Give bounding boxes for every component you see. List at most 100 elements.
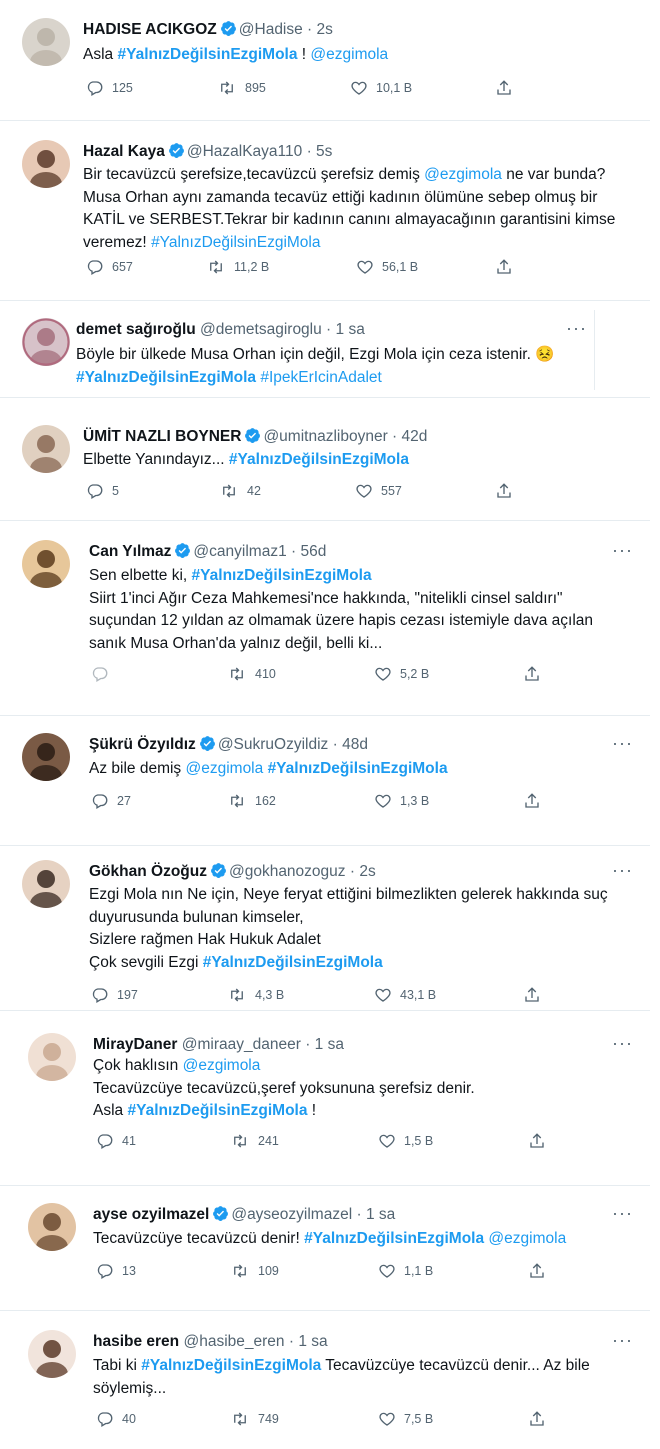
display-name[interactable]: Can Yılmaz — [89, 543, 171, 560]
hashtag-link[interactable]: #YalnızDeğilsinEzgiMola — [76, 369, 256, 386]
timestamp[interactable]: 5s — [316, 143, 332, 160]
share-button[interactable] — [523, 792, 541, 810]
reply-button[interactable]: 40 — [96, 1410, 136, 1428]
timestamp[interactable]: 48d — [342, 736, 368, 753]
avatar[interactable] — [22, 540, 70, 588]
display-name[interactable]: demet sağıroğlu — [76, 321, 196, 338]
retweet-button[interactable]: 4,3 B — [227, 986, 284, 1004]
mention-link[interactable]: @ezgimola — [310, 46, 388, 63]
share-button[interactable] — [528, 1132, 546, 1150]
timestamp[interactable]: 56d — [300, 543, 326, 560]
more-options-icon[interactable]: ··· — [612, 1034, 633, 1052]
reply-button[interactable]: 5 — [86, 482, 119, 500]
reply-button[interactable] — [91, 665, 117, 683]
display-name[interactable]: Hazal Kaya — [83, 143, 165, 160]
user-handle[interactable]: @hasibe_eren — [183, 1333, 284, 1350]
timestamp[interactable]: 2s — [359, 863, 375, 880]
avatar[interactable] — [22, 860, 70, 908]
like-button[interactable]: 1,5 B — [378, 1132, 433, 1150]
retweet-button[interactable]: 162 — [227, 792, 276, 810]
more-options-icon[interactable]: ··· — [612, 541, 633, 559]
like-button[interactable]: 5,2 B — [374, 665, 429, 683]
retweet-button[interactable]: 410 — [227, 665, 276, 683]
avatar[interactable] — [22, 18, 70, 66]
hashtag-link[interactable]: #YalnızDeğilsinEzgiMola — [192, 567, 372, 584]
mention-link[interactable]: @ezgimola — [183, 1057, 261, 1074]
like-button[interactable]: 7,5 B — [378, 1410, 433, 1428]
share-button[interactable] — [523, 986, 541, 1004]
hashtag-link[interactable]: #YalnızDeğilsinEzgiMola — [127, 1102, 307, 1119]
user-handle[interactable]: @gokhanozoguz — [229, 863, 346, 880]
more-options-icon[interactable]: ··· — [566, 319, 587, 337]
share-button[interactable] — [495, 258, 513, 276]
reply-button[interactable]: 41 — [96, 1132, 136, 1150]
like-button[interactable]: 10,1 B — [350, 79, 412, 97]
user-handle[interactable]: @HazalKaya110 — [187, 143, 302, 160]
mention-link[interactable]: @ezgimola — [488, 1230, 566, 1247]
timestamp[interactable]: 42d — [402, 428, 428, 445]
avatar[interactable] — [28, 1330, 76, 1378]
avatar[interactable] — [22, 425, 70, 473]
hashtag-link[interactable]: #YalnızDeğilsinEzgiMola — [141, 1357, 321, 1374]
timestamp[interactable]: 1 sa — [298, 1333, 327, 1350]
reply-button[interactable]: 125 — [86, 79, 133, 97]
hashtag-link[interactable]: #YalnızDeğilsinEzgiMola — [117, 46, 297, 63]
hashtag-link[interactable]: #IpekErIcinAdalet — [260, 369, 382, 386]
more-options-icon[interactable]: ··· — [612, 861, 633, 879]
retweet-button[interactable]: 895 — [217, 79, 266, 97]
avatar[interactable] — [28, 1033, 76, 1081]
display-name[interactable]: Gökhan Özoğuz — [89, 863, 207, 880]
more-options-icon[interactable]: ··· — [612, 734, 633, 752]
hashtag-link[interactable]: #YalnızDeğilsinEzgiMola — [203, 954, 383, 971]
tweet-text: Sen elbette ki, #YalnızDeğilsinEzgiMola S… — [89, 565, 593, 655]
timestamp[interactable]: 1 sa — [366, 1206, 395, 1223]
reply-button[interactable]: 27 — [91, 792, 131, 810]
share-button[interactable] — [523, 665, 541, 683]
retweet-button[interactable]: 11,2 B — [206, 258, 269, 276]
display-name[interactable]: ÜMİT NAZLI BOYNER — [83, 428, 241, 445]
timestamp[interactable]: 2s — [317, 21, 333, 38]
reply-button[interactable]: 657 — [86, 258, 133, 276]
display-name[interactable]: hasibe eren — [93, 1333, 179, 1350]
display-name[interactable]: ayse ozyilmazel — [93, 1206, 209, 1223]
hashtag-link[interactable]: #YalnızDeğilsinEzgiMola — [268, 760, 448, 777]
share-button[interactable] — [528, 1262, 546, 1280]
more-options-icon[interactable]: ··· — [612, 1331, 633, 1349]
user-handle[interactable]: @umitnazliboyner — [263, 428, 387, 445]
mention-link[interactable]: @ezgimola — [185, 760, 263, 777]
share-button[interactable] — [495, 79, 513, 97]
retweet-button[interactable]: 42 — [219, 482, 261, 500]
retweet-button[interactable]: 109 — [230, 1262, 279, 1280]
user-handle[interactable]: @ayseozyilmazel — [231, 1206, 352, 1223]
like-button[interactable]: 1,1 B — [378, 1262, 433, 1280]
share-button[interactable] — [528, 1410, 546, 1428]
hashtag-link[interactable]: #YalnızDeğilsinEzgiMola — [304, 1230, 484, 1247]
user-handle[interactable]: @SukruOzyildiz — [218, 736, 328, 753]
user-handle[interactable]: @Hadise — [239, 21, 303, 38]
display-name[interactable]: MirayDaner — [93, 1036, 177, 1053]
mention-link[interactable]: @ezgimola — [424, 166, 502, 183]
like-button[interactable]: 56,1 B — [356, 258, 418, 276]
display-name[interactable]: Şükrü Özyıldız — [89, 736, 196, 753]
timestamp[interactable]: 1 sa — [315, 1036, 344, 1053]
avatar[interactable] — [22, 140, 70, 188]
avatar[interactable] — [22, 318, 70, 366]
like-button[interactable]: 1,3 B — [374, 792, 429, 810]
retweet-button[interactable]: 749 — [230, 1410, 279, 1428]
like-button[interactable]: 43,1 B — [374, 986, 436, 1004]
timestamp[interactable]: 1 sa — [336, 321, 365, 338]
reply-button[interactable]: 197 — [91, 986, 138, 1004]
hashtag-link[interactable]: #YalnızDeğilsinEzgiMola — [229, 451, 409, 468]
retweet-button[interactable]: 241 — [230, 1132, 279, 1150]
display-name[interactable]: HADISE ACIKGOZ — [83, 21, 217, 38]
hashtag-link[interactable]: #YalnızDeğilsinEzgiMola — [151, 234, 320, 251]
user-handle[interactable]: @canyilmaz1 — [193, 543, 286, 560]
more-options-icon[interactable]: ··· — [612, 1204, 633, 1222]
like-button[interactable]: 557 — [355, 482, 402, 500]
avatar[interactable] — [22, 733, 70, 781]
user-handle[interactable]: @demetsagiroglu — [200, 321, 322, 338]
share-button[interactable] — [495, 482, 513, 500]
user-handle[interactable]: @miraay_daneer — [182, 1036, 301, 1053]
reply-button[interactable]: 13 — [96, 1262, 136, 1280]
avatar[interactable] — [28, 1203, 76, 1251]
